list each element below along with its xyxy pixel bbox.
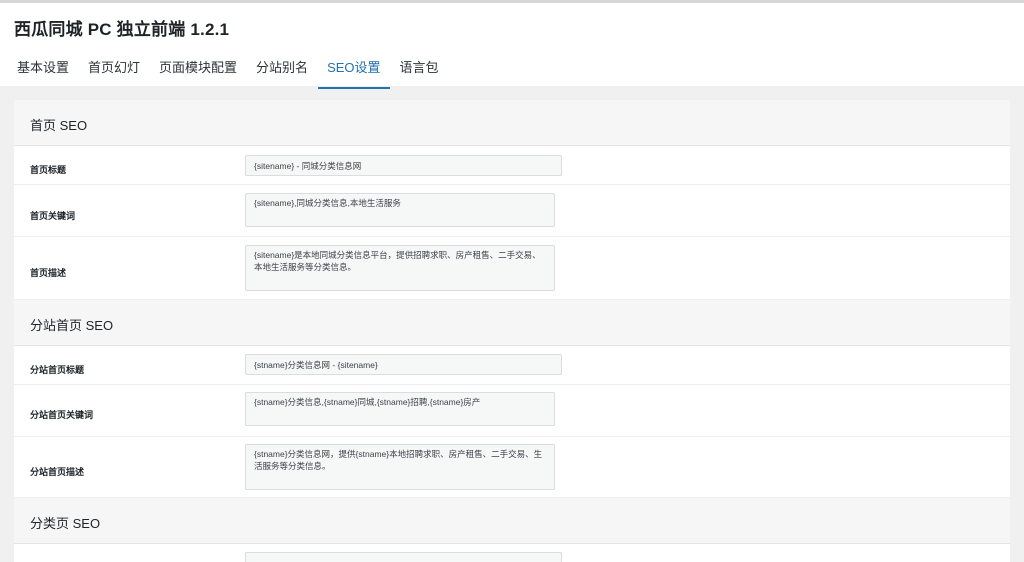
substation-keywords-textarea[interactable]: {stname}分类信息,{stname}同城,{stname}招聘,{stna… xyxy=(245,392,555,426)
tab-home-slides[interactable]: 首页幻灯 xyxy=(79,55,149,89)
tab-seo-settings[interactable]: SEO设置 xyxy=(318,55,390,89)
substation-description-textarea[interactable]: {stname}分类信息网，提供{stname}本地招聘求职、房产租售、二手交易… xyxy=(245,444,555,490)
home-keywords-textarea[interactable]: {sitename},同城分类信息,本地生活服务 xyxy=(245,193,555,227)
section-header-home-seo: 首页 SEO xyxy=(14,100,1010,146)
field-label: 分站首页标题 xyxy=(30,365,85,375)
form-row: 首页描述 {sitename}是本地同城分类信息平台，提供招聘求职、房产租售、二… xyxy=(14,237,1010,300)
form-row: 分站首页标题 {stname}分类信息网 - {sitename} xyxy=(14,346,1010,385)
tab-basic-settings[interactable]: 基本设置 xyxy=(8,55,78,89)
form-row: 分站首页关键词 {stname}分类信息,{stname}同城,{stname}… xyxy=(14,385,1010,437)
section-title: 首页 SEO xyxy=(30,118,88,133)
tab-language-pack[interactable]: 语言包 xyxy=(391,55,448,89)
field-label: 首页关键词 xyxy=(30,211,76,221)
home-description-textarea[interactable]: {sitename}是本地同城分类信息平台，提供招聘求职、房产租售、二手交易、本… xyxy=(245,245,555,291)
section-title: 分站首页 SEO xyxy=(30,318,114,333)
field-label: 分站首页关键词 xyxy=(30,410,94,420)
settings-panel: 首页 SEO 首页标题 {sitename} - 同城分类信息网 首页关键词 {… xyxy=(14,100,1010,562)
substation-title-input[interactable]: {stname}分类信息网 - {sitename} xyxy=(245,354,562,375)
tab-bar: 基本设置 首页幻灯 页面模块配置 分站别名 SEO设置 语言包 xyxy=(8,55,449,89)
section-header-category-seo: 分类页 SEO xyxy=(14,498,1010,544)
section-header-substation-seo: 分站首页 SEO xyxy=(14,300,1010,346)
field-label: 首页标题 xyxy=(30,165,67,175)
tab-substation-alias[interactable]: 分站别名 xyxy=(247,55,317,89)
home-title-input[interactable]: {sitename} - 同城分类信息网 xyxy=(245,155,562,176)
page-title: 西瓜同城 PC 独立前端 1.2.1 xyxy=(14,20,230,39)
category-title-input[interactable] xyxy=(245,552,562,562)
field-label: 首页描述 xyxy=(30,268,67,278)
form-row: 首页关键词 {sitename},同城分类信息,本地生活服务 xyxy=(14,185,1010,237)
header: 西瓜同城 PC 独立前端 1.2.1 基本设置 首页幻灯 页面模块配置 分站别名… xyxy=(0,0,1024,89)
form-row: 分站首页描述 {stname}分类信息网，提供{stname}本地招聘求职、房产… xyxy=(14,437,1010,498)
form-row xyxy=(14,544,1010,562)
field-label: 分站首页描述 xyxy=(30,467,85,477)
form-row: 首页标题 {sitename} - 同城分类信息网 xyxy=(14,146,1010,185)
tab-page-modules[interactable]: 页面模块配置 xyxy=(150,55,246,89)
section-title: 分类页 SEO xyxy=(30,516,101,531)
